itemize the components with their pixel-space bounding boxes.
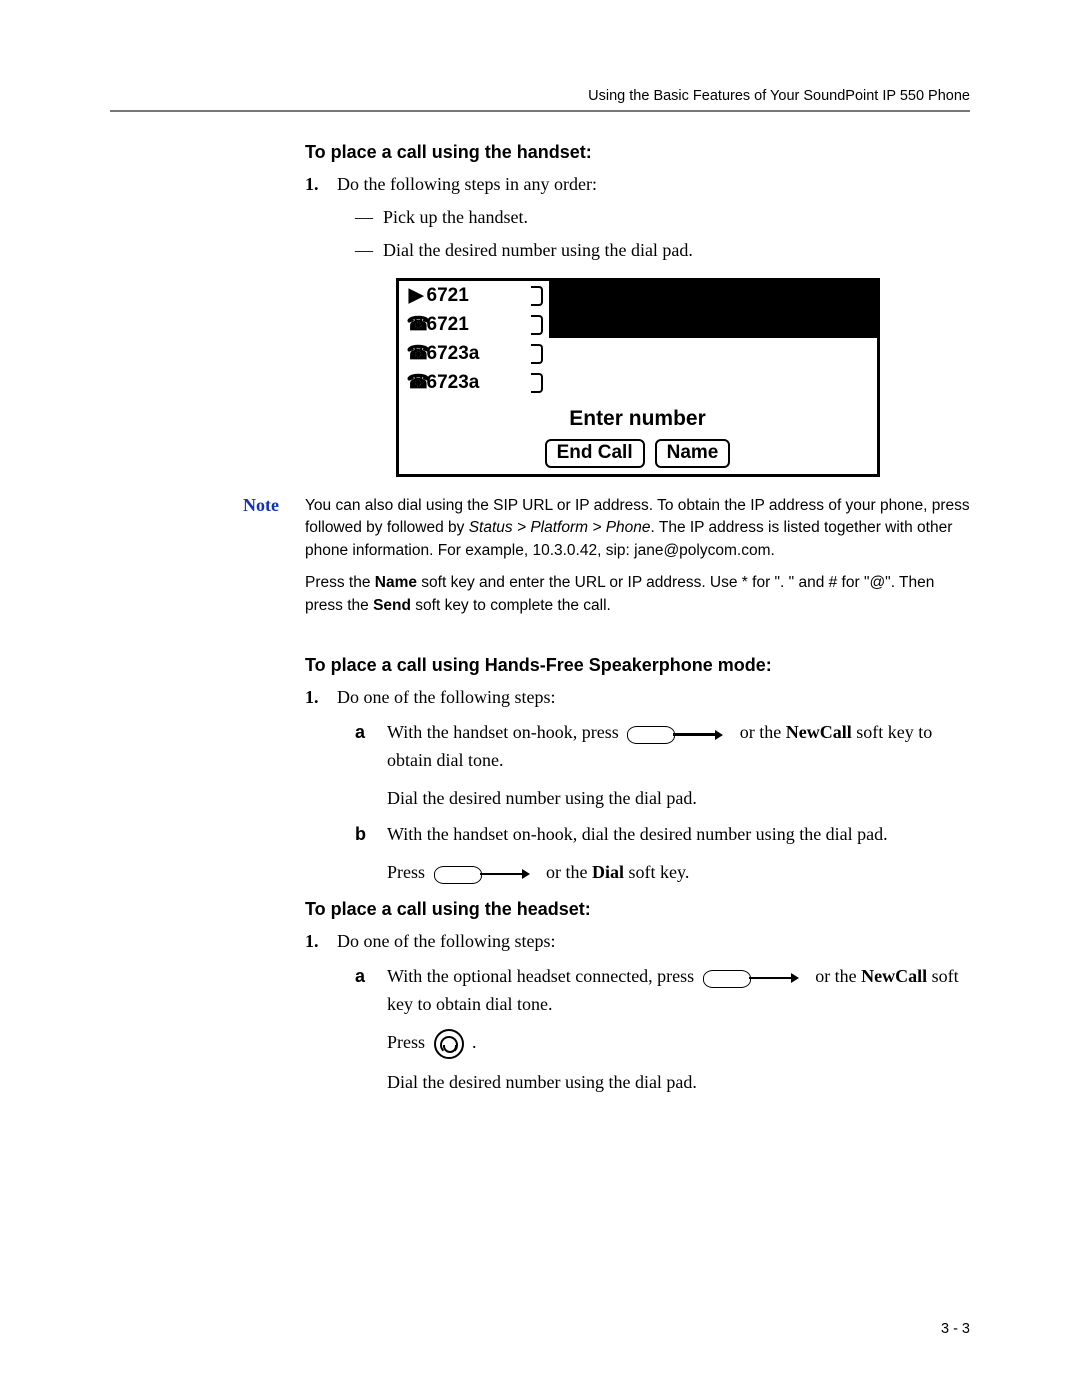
note-text: soft key to complete the call. <box>411 597 611 614</box>
substep-text: Press <box>387 1032 430 1052</box>
substep-para: Dial the desired number using the dial p… <box>387 785 970 813</box>
substep-para: Press . <box>387 1029 970 1059</box>
section-headset-title: To place a call using the headset: <box>305 899 970 920</box>
substep-text: or the <box>815 966 861 986</box>
list-item: 1. Do one of the following steps: a With… <box>305 928 970 1097</box>
headset-button-icon <box>434 1029 464 1059</box>
substep-letter: a <box>355 719 365 747</box>
lcd-line-label: 6721 <box>427 314 469 336</box>
speaker-icon: ◀ <box>407 284 425 307</box>
list-item: 1. Do one of the following steps: a With… <box>305 684 970 886</box>
header-rule <box>110 110 970 112</box>
substep-letter: b <box>355 821 366 849</box>
page-number: 3 - 3 <box>941 1321 970 1337</box>
lcd-tab-icon <box>531 286 543 306</box>
softkey-name-bold: NewCall <box>786 722 852 742</box>
step-number: 1. <box>305 171 319 198</box>
lcd-line: ☎ 6721 <box>399 310 549 339</box>
line-key-icon <box>627 723 731 745</box>
substep-para: Press or the Dial soft key. <box>387 859 970 887</box>
list-item: Dial the desired number using the dial p… <box>355 237 970 264</box>
substep-text: With the handset on-hook, dial the desir… <box>387 824 888 844</box>
list-item: b With the handset on-hook, dial the des… <box>355 821 970 887</box>
step-text: Do the following steps in any order: <box>337 174 597 194</box>
phone-icon: ☎ <box>407 371 425 394</box>
lcd-line: ◀ 6721 <box>399 281 549 310</box>
section-handset-title: To place a call using the handset: <box>305 142 970 163</box>
list-item: a With the optional headset connected, p… <box>355 963 970 1097</box>
list-item: 1. Do the following steps in any order: … <box>305 171 970 264</box>
substep-text: soft key. <box>624 862 689 882</box>
softkey-name: Name <box>655 439 731 468</box>
step-text: Do one of the following steps: <box>337 687 555 707</box>
note-bold: Send <box>373 597 411 614</box>
softkey-name-bold: Dial <box>592 862 624 882</box>
list-item: Pick up the handset. <box>355 204 970 231</box>
substep-text: or the <box>740 722 786 742</box>
substep-text: With the optional headset connected, pre… <box>387 966 699 986</box>
substep-text: or the <box>546 862 592 882</box>
lcd-line: ☎ 6723a <box>399 339 549 368</box>
line-key-icon <box>434 863 538 885</box>
lcd-line-label: 6723a <box>427 343 480 365</box>
substep-letter: a <box>355 963 365 991</box>
step-number: 1. <box>305 928 319 955</box>
lcd-tab-icon <box>531 315 543 335</box>
lcd-line-label: 6721 <box>427 285 469 307</box>
phone-icon: ☎ <box>407 342 425 365</box>
lcd-line-label: 6723a <box>427 372 480 394</box>
softkey-name-bold: NewCall <box>861 966 927 986</box>
phone-icon: ☎ <box>407 313 425 336</box>
substep-text: With the handset on-hook, press <box>387 722 623 742</box>
phone-screen-figure: ◀ 6721 ☎ 6721 ☎ 6723a ☎ <box>396 278 880 477</box>
note-label: Note <box>110 495 305 627</box>
softkey-end-call: End Call <box>545 439 645 468</box>
substep-para: Dial the desired number using the dial p… <box>387 1069 970 1097</box>
note-bold: Name <box>375 574 417 591</box>
note-block: Note You can also dial using the SIP URL… <box>110 495 970 627</box>
substep-text: Press <box>387 862 430 882</box>
section-speakerphone-title: To place a call using Hands-Free Speaker… <box>305 655 970 676</box>
lcd-tab-icon <box>531 373 543 393</box>
substep-text: . <box>472 1032 477 1052</box>
step-text: Do one of the following steps: <box>337 931 555 951</box>
note-text: Press the <box>305 574 375 591</box>
line-key-icon <box>703 967 807 989</box>
running-header: Using the Basic Features of Your SoundPo… <box>110 88 970 104</box>
step-number: 1. <box>305 684 319 711</box>
note-body: You can also dial using the SIP URL or I… <box>305 495 970 627</box>
lcd-line: ☎ 6723a <box>399 368 549 397</box>
lcd-tab-icon <box>531 344 543 364</box>
lcd-inverse-area <box>549 281 877 338</box>
list-item: a With the handset on-hook, press or the… <box>355 719 970 813</box>
note-menu-path: Status > Platform > Phone <box>469 519 651 536</box>
lcd-prompt: Enter number <box>399 397 877 437</box>
